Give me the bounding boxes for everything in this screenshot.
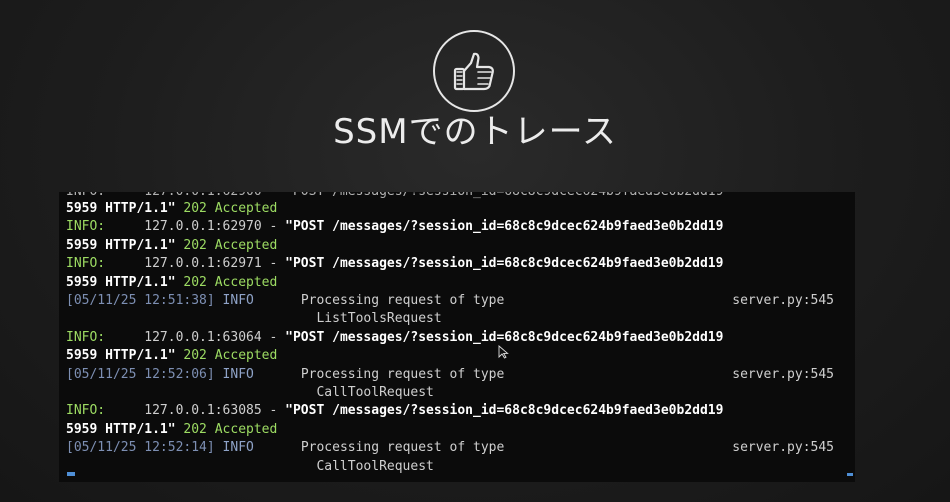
request-type: CallToolRequest <box>66 458 434 474</box>
log-message: Processing request of type <box>253 366 505 382</box>
log-line-response: 5959 HTTP/1.1" 202 Accepted <box>66 200 277 218</box>
log-line-continuation: CallToolRequest <box>66 458 434 476</box>
log-message: Processing request of type <box>253 293 505 308</box>
client-address: 127.0.0.1:62971 - <box>105 256 286 272</box>
log-level: INFO <box>214 293 254 308</box>
log-level-info: INFO: <box>66 403 106 419</box>
request-path: "POST /messages/?session_id=68c8c9dcec62… <box>285 329 724 345</box>
log-message: Processing request of type <box>253 440 505 456</box>
log-level-info: INFO: <box>66 256 106 272</box>
request-path: "POST /messages/?session_id=68c8c9dcec62… <box>285 403 724 419</box>
thumbs-up-icon <box>453 52 494 91</box>
log-line-response: 5959 HTTP/1.1" 202 Accepted <box>66 237 277 255</box>
log-level-info: INFO: <box>66 219 106 235</box>
client-address: 127.0.0.1:63064 - <box>105 329 286 345</box>
log-timestamp: [05/11/25 12:51:38] <box>66 293 215 308</box>
text-cursor <box>67 472 75 476</box>
log-timestamp: [05/11/25 12:52:14] <box>66 440 215 456</box>
log-timestamp: [05/11/25 12:52:06] <box>66 366 215 382</box>
log-line-access: INFO: 127.0.0.1:62970 - "POST /messages/… <box>66 218 723 236</box>
log-line-server: [05/11/25 12:52:14] INFO Processing requ… <box>66 439 848 457</box>
log-line-response: 5959 HTTP/1.1" 202 Accepted <box>66 421 277 439</box>
slide-title: SSMでのトレース <box>333 112 617 152</box>
request-type: CallToolRequest <box>66 385 434 400</box>
log-level-info: INFO: <box>66 329 106 345</box>
log-source-file: server.py:545 <box>732 440 834 456</box>
log-line-continuation: ListToolsRequest <box>66 310 442 328</box>
thumbs-up-badge <box>433 30 515 112</box>
log-line-access: INFO: 127.0.0.1:63085 - "POST /messages/… <box>66 402 723 420</box>
request-path: "POST /messages/?session_id=68c8c9dcec62… <box>285 219 724 235</box>
log-line-access: INFO: 127.0.0.1:62971 - "POST /messages/… <box>66 255 723 273</box>
log-source-file: server.py:545 <box>732 293 834 308</box>
status-accepted: 202 Accepted <box>175 274 278 290</box>
log-line-response: 5959 HTTP/1.1" 202 Accepted <box>66 274 277 292</box>
status-accepted: 202 Accepted <box>175 237 278 253</box>
client-address: 127.0.0.1:63085 - <box>105 403 286 419</box>
log-line-access: INFO: 127.0.0.1:63064 - "POST /messages/… <box>66 329 723 347</box>
http-version: 5959 HTTP/1.1" <box>66 274 176 290</box>
log-level: INFO <box>214 440 254 456</box>
http-version: 5959 HTTP/1.1" <box>66 237 176 253</box>
status-accepted: 202 Accepted <box>175 421 278 437</box>
log-level: INFO <box>214 366 254 382</box>
terminal-window[interactable]: INFO: 127.0.0.1:62900 - "POST /messages/… <box>59 192 855 482</box>
scrollbar-marker[interactable] <box>847 473 853 476</box>
slide-header: SSMでのトレース <box>0 0 950 190</box>
client-address: 127.0.0.1:62970 - <box>105 219 286 235</box>
mouse-pointer-icon <box>498 345 509 359</box>
log-line-server: [05/11/25 12:52:06] INFO Processing requ… <box>66 366 848 384</box>
status-accepted: 202 Accepted <box>175 201 278 216</box>
log-line-server: [05/11/25 12:51:38] INFO Processing requ… <box>66 292 848 310</box>
request-type: ListToolsRequest <box>66 311 442 327</box>
http-version: 5959 HTTP/1.1" <box>66 201 176 216</box>
status-accepted: 202 Accepted <box>175 348 278 364</box>
log-line-continuation: CallToolRequest <box>66 384 434 402</box>
request-path: "POST /messages/?session_id=68c8c9dcec62… <box>285 256 724 272</box>
http-version: 5959 HTTP/1.1" <box>66 348 176 364</box>
log-source-file: server.py:545 <box>732 366 834 382</box>
log-line-response: 5959 HTTP/1.1" 202 Accepted <box>66 347 277 365</box>
http-version: 5959 HTTP/1.1" <box>66 421 176 437</box>
